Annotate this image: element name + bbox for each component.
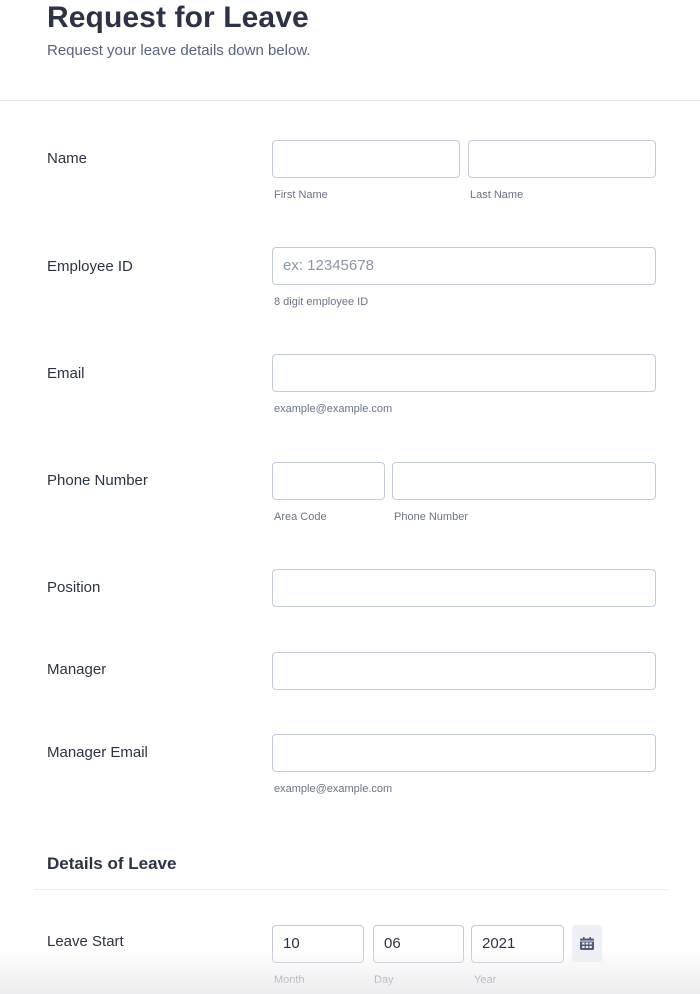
page-title: Request for Leave: [47, 1, 309, 34]
email-input[interactable]: [272, 354, 656, 392]
leave-start-year-input[interactable]: 2021: [471, 925, 564, 963]
page-subtitle: Request your leave details down below.: [47, 42, 311, 59]
calendar-icon: [580, 937, 594, 950]
section-divider: [34, 889, 668, 890]
employee-id-placeholder: ex: 12345678: [283, 257, 374, 274]
manager-email-label: Manager Email: [47, 744, 148, 761]
manager-email-input[interactable]: [272, 734, 656, 772]
employee-id-label: Employee ID: [47, 258, 133, 275]
employee-id-sublabel: 8 digit employee ID: [274, 296, 369, 308]
area-code-input[interactable]: [272, 462, 385, 500]
manager-input[interactable]: [272, 652, 656, 690]
email-sublabel: example@example.com: [274, 403, 393, 415]
manager-email-sublabel: example@example.com: [274, 783, 393, 795]
position-input[interactable]: [272, 569, 656, 607]
section-title-details: Details of Leave: [47, 854, 177, 873]
leave-start-day-value: 06: [384, 935, 401, 952]
day-sublabel: Day: [374, 974, 394, 986]
form-header: Request for Leave Request your leave det…: [0, 0, 700, 101]
leave-start-label: Leave Start: [47, 933, 124, 950]
leave-start-month-value: 10: [283, 935, 300, 952]
year-sublabel: Year: [474, 974, 497, 986]
last-name-sublabel: Last Name: [470, 189, 524, 201]
leave-start-year-value: 2021: [482, 935, 516, 952]
area-code-sublabel: Area Code: [274, 511, 327, 523]
email-label: Email: [47, 365, 85, 382]
name-label: Name: [47, 150, 88, 167]
phone-number-input[interactable]: [392, 462, 656, 500]
leave-start-day-input[interactable]: 06: [373, 925, 464, 963]
last-name-input[interactable]: [468, 140, 656, 178]
manager-label: Manager: [47, 661, 107, 678]
leave-start-month-input[interactable]: 10: [272, 925, 364, 963]
month-sublabel: Month: [274, 974, 305, 986]
phone-label: Phone Number: [47, 472, 148, 489]
date-picker-button[interactable]: [572, 925, 602, 962]
phone-number-sublabel: Phone Number: [394, 511, 468, 523]
first-name-sublabel: First Name: [274, 189, 328, 201]
first-name-input[interactable]: [272, 140, 460, 178]
position-label: Position: [47, 579, 101, 596]
employee-id-input[interactable]: ex: 12345678: [272, 247, 656, 285]
